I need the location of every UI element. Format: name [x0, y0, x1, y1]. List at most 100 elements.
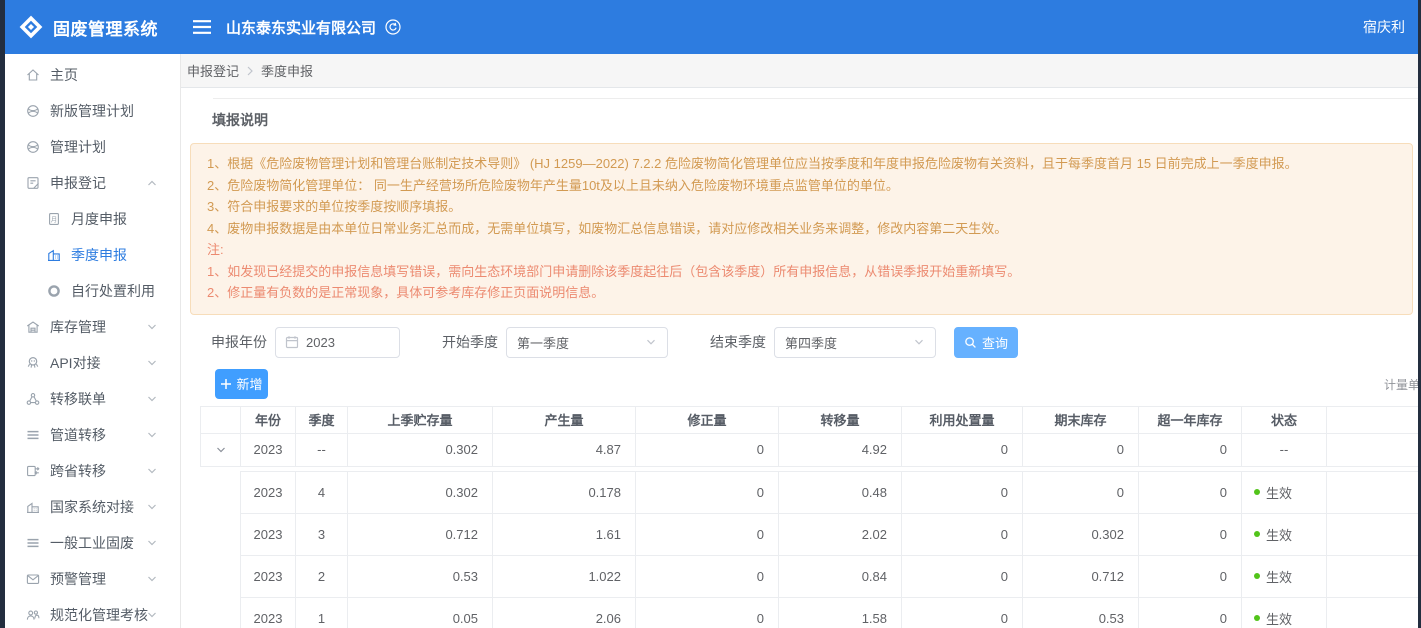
lines-icon	[25, 535, 41, 551]
cell-prev_storage: 0.712	[348, 514, 493, 555]
sidebar-item-new-management-plan[interactable]: 新版管理计划	[0, 93, 180, 129]
sidebar-item-self-disposal[interactable]: 自行处置利用	[0, 273, 180, 309]
cell-over_year: 0	[1139, 514, 1242, 555]
chevron-down-icon	[146, 537, 158, 549]
hamburger-menu-icon[interactable]	[192, 19, 212, 35]
building-icon	[46, 247, 62, 263]
cell-extra	[1327, 514, 1421, 555]
header-cell-quarter: 季度	[296, 407, 348, 433]
cell-prev_storage: 0.05	[348, 598, 493, 628]
cell-over_year: 0	[1139, 472, 1242, 513]
notice-title: 填报说明	[212, 110, 1421, 130]
sidebar-item-home[interactable]: 主页	[0, 57, 180, 93]
notice-line: 2、危险废物简化管理单位： 同一生产经营场所危险废物年产生量10t及以上且未纳入…	[207, 175, 1396, 197]
notice-line: 1、如发现已经提交的申报信息填写错误，需向生态环境部门申请删除该季度起往后（包含…	[207, 261, 1396, 283]
notice-line: 2、修正量有负数的是正常现象，具体可参考库存修正页面说明信息。	[207, 282, 1396, 304]
cell-produced: 1.61	[493, 514, 636, 555]
status-label: 生效	[1266, 567, 1292, 586]
header-cell-transferred: 转移量	[779, 407, 902, 433]
plan-icon	[25, 103, 41, 119]
sidebar-item-label: 规范化管理考核	[50, 605, 148, 625]
sidebar-item-standardized-assessment[interactable]: 规范化管理考核	[0, 597, 180, 628]
header-expand-cell	[201, 407, 241, 433]
summary-cell-prev_storage: 0.302	[348, 434, 493, 466]
cell-corrected: 0	[636, 472, 779, 513]
chevron-down-icon	[146, 465, 158, 477]
app-brand: 固废管理系统	[0, 14, 180, 40]
sidebar-item-management-plan[interactable]: 管理计划	[0, 129, 180, 165]
header-cell-corrected: 修正量	[636, 407, 779, 433]
sidebar-menu: 主页新版管理计划管理计划申报登记月月度申报季度申报自行处置利用库存管理API对接…	[0, 57, 180, 628]
expand-row-icon[interactable]	[215, 444, 227, 456]
sidebar-item-general-industrial-waste[interactable]: 一般工业固废	[0, 525, 180, 561]
table-summary-row: 2023--0.3024.8704.92000--	[201, 434, 1421, 467]
breadcrumb: 申报登记 季度申报	[181, 54, 1421, 88]
sidebar-item-label: 预警管理	[50, 569, 106, 589]
status-label: 生效	[1266, 525, 1292, 544]
sidebar-item-label: 主页	[50, 65, 78, 85]
summary-cell-quarter: --	[296, 434, 348, 466]
breadcrumb-item[interactable]: 申报登记	[187, 61, 239, 80]
refresh-icon[interactable]	[385, 19, 401, 35]
filter-row: 申报年份 2023 开始季度 第一季度 结束季度 第四季度	[181, 327, 1421, 358]
cell-quarter: 1	[296, 598, 348, 628]
sidebar-item-monthly-declaration[interactable]: 月月度申报	[0, 201, 180, 237]
cell-extra	[1327, 598, 1421, 628]
sidebar-item-national-system[interactable]: 国家系统对接	[0, 489, 180, 525]
table-header-row: 年份季度上季贮存量产生量修正量转移量利用处置量期末库存超一年库存状态	[201, 407, 1421, 434]
cell-corrected: 0	[636, 556, 779, 597]
sidebar-item-cross-province-transfer[interactable]: 跨省转移	[0, 453, 180, 489]
cell-quarter: 4	[296, 472, 348, 513]
sidebar-item-quarterly-declaration[interactable]: 季度申报	[0, 237, 180, 273]
sidebar-item-declaration-register[interactable]: 申报登记	[0, 165, 180, 201]
sidebar-item-warning-management[interactable]: 预警管理	[0, 561, 180, 597]
summary-cell-status: --	[1242, 434, 1327, 466]
sidebar-item-label: 管道转移	[50, 425, 106, 445]
user-name[interactable]: 宿庆利	[1363, 17, 1421, 37]
end-quarter-label: 结束季度	[710, 332, 766, 352]
sidebar-item-inventory-management[interactable]: 库存管理	[0, 309, 180, 345]
month-icon: 月	[46, 211, 62, 227]
status-dot	[1254, 615, 1260, 621]
year-filter-label: 申报年份	[211, 332, 267, 352]
cell-end_stock: 0.712	[1023, 556, 1139, 597]
start-quarter-label: 开始季度	[442, 332, 498, 352]
summary-cell-end_stock: 0	[1023, 434, 1139, 466]
header-cell-end_stock: 期末库存	[1023, 407, 1139, 433]
notice-box: 1、根据《危险废物管理计划和管理台账制定技术导则》 (HJ 1259—2022)…	[190, 143, 1413, 315]
cell-transferred: 2.02	[779, 514, 902, 555]
sidebar-item-pipeline-transfer[interactable]: 管道转移	[0, 417, 180, 453]
sidebar-item-label: 国家系统对接	[50, 497, 134, 517]
cell-prev_storage: 0.53	[348, 556, 493, 597]
notice-line: 注:	[207, 239, 1396, 261]
unit-note: 计量单位：吨	[1384, 376, 1421, 393]
year-input[interactable]: 2023	[275, 327, 400, 358]
chevron-down-icon	[146, 501, 158, 513]
search-icon	[964, 336, 977, 349]
chevron-down-icon	[146, 393, 158, 405]
status-dot	[1254, 489, 1260, 495]
cell-quarter: 3	[296, 514, 348, 555]
sidebar-item-transfer-manifest[interactable]: 转移联单	[0, 381, 180, 417]
cell-transferred: 1.58	[779, 598, 902, 628]
start-quarter-select[interactable]: 第一季度	[506, 327, 668, 358]
status-label: 生效	[1266, 609, 1292, 628]
sidebar-item-api-integration[interactable]: API对接	[0, 345, 180, 381]
notice-line: 1、根据《危险废物管理计划和管理台账制定技术导则》 (HJ 1259—2022)…	[207, 153, 1396, 175]
manifest-icon	[25, 391, 41, 407]
sidebar-item-label: 转移联单	[50, 389, 106, 409]
sidebar-item-label: 申报登记	[50, 173, 106, 193]
start-quarter-value: 第一季度	[517, 333, 569, 352]
status-label: 生效	[1266, 483, 1292, 502]
expand-cell	[201, 434, 241, 466]
chevron-down-icon	[146, 321, 158, 333]
sidebar-item-label: 月度申报	[71, 209, 127, 229]
sidebar-item-label: 一般工业固废	[50, 533, 134, 553]
mail-icon	[25, 571, 41, 587]
radio-icon	[46, 283, 62, 299]
register-icon	[25, 175, 41, 191]
add-button[interactable]: 新增	[215, 369, 268, 399]
sidebar-item-label: 管理计划	[50, 137, 106, 157]
search-button[interactable]: 查询	[954, 327, 1018, 358]
end-quarter-select[interactable]: 第四季度	[774, 327, 936, 358]
